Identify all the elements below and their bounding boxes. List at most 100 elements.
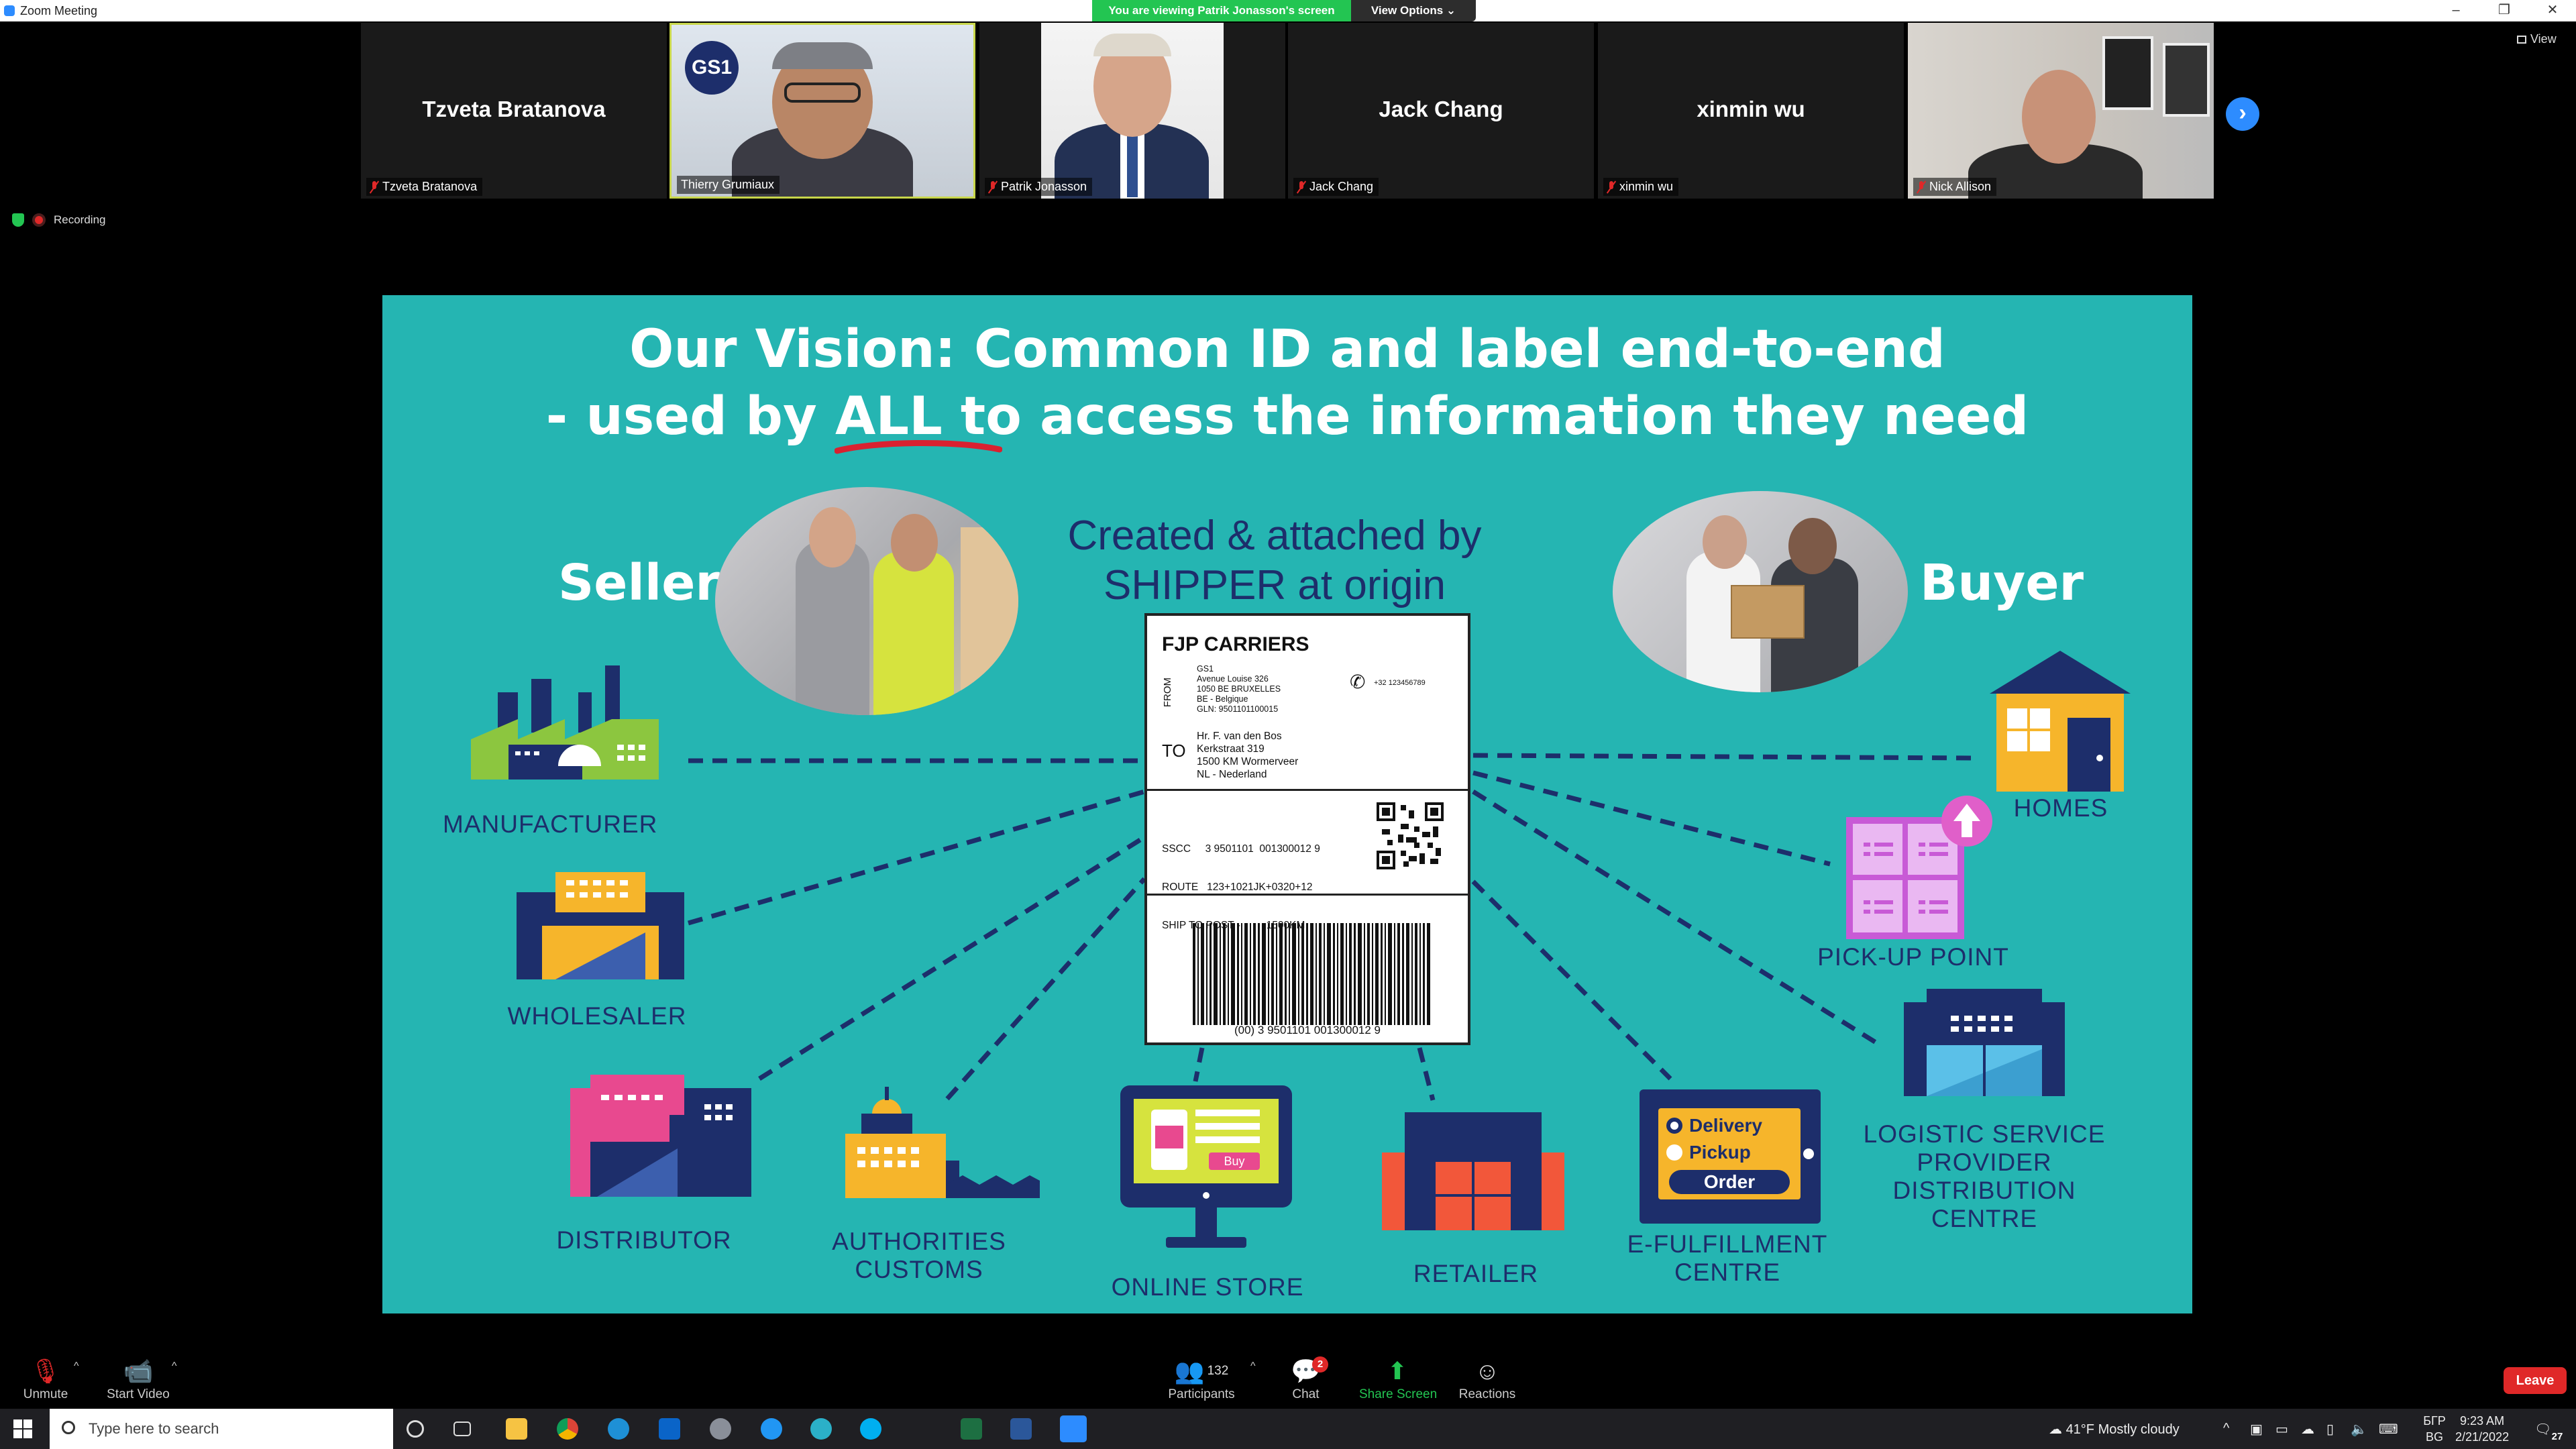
- mic-muted-icon: [1917, 180, 1925, 193]
- participant-name: Nick Allison: [1929, 180, 1992, 193]
- distributor-building-icon: [570, 1075, 751, 1197]
- participants-icon: 👥 132: [1174, 1357, 1229, 1385]
- start-video-label: Start Video: [107, 1387, 170, 1401]
- window-title: Zoom Meeting: [20, 4, 98, 17]
- recording-indicator[interactable]: Recording: [12, 213, 106, 227]
- outlook-icon[interactable]: [659, 1418, 680, 1440]
- chat-unread-badge: 2: [1312, 1356, 1328, 1373]
- recording-label: Recording: [54, 213, 106, 226]
- search-icon: [62, 1421, 75, 1434]
- share-screen-label: Share Screen: [1359, 1387, 1438, 1401]
- pickup-option-label: Pickup: [1689, 1142, 1751, 1163]
- keyboard-icon[interactable]: ⌨: [2379, 1421, 2398, 1438]
- view-options-button[interactable]: View Options ⌄: [1351, 0, 1476, 21]
- participant-tile[interactable]: Jack Chang Jack Chang: [1288, 23, 1594, 199]
- participant-name: Tzveta Bratanova: [382, 180, 478, 193]
- reactions-icon: ☺: [1474, 1357, 1500, 1385]
- windows-start-icon[interactable]: [13, 1419, 32, 1438]
- online-store-monitor-icon: [1120, 1085, 1292, 1248]
- participant-tile[interactable]: xinmin wu xinmin wu: [1598, 23, 1904, 199]
- weather-widget[interactable]: ☁ 41°F Mostly cloudy: [2049, 1421, 2180, 1438]
- sscc-line: SSCC 3 9501101 001300012 9: [1162, 843, 1320, 855]
- reactions-label: Reactions: [1458, 1387, 1516, 1401]
- restore-button[interactable]: ❐: [2481, 0, 2528, 21]
- tray-expand-icon[interactable]: ^: [2223, 1421, 2229, 1436]
- display-icon[interactable]: ▭: [2275, 1421, 2288, 1438]
- participants-label: Participants: [1168, 1387, 1235, 1401]
- from-line: Avenue Louise 326: [1197, 674, 1269, 684]
- chevron-right-icon[interactable]: ›: [2226, 97, 2259, 131]
- close-button[interactable]: ✕: [2529, 0, 2576, 21]
- meeting-controls-bar: 🎙 Unmute ^ 📹 Start Video ^ 👥 132 Particip…: [0, 1342, 2576, 1409]
- label-to-address: Hr. F. van den Bos Kerkstraat 319 1500 K…: [1197, 730, 1298, 781]
- skype-icon[interactable]: [860, 1418, 881, 1440]
- participant-nametag: Patrik Jonasson: [985, 178, 1093, 196]
- to-line: NL - Nederland: [1197, 769, 1267, 780]
- task-view-icon[interactable]: [453, 1421, 471, 1436]
- authorities-label-line2: CUSTOMS: [855, 1256, 983, 1283]
- taskbar-search-box[interactable]: Type here to search: [50, 1409, 393, 1449]
- todo-icon[interactable]: [761, 1418, 782, 1440]
- chrome-icon[interactable]: [557, 1418, 578, 1440]
- clock-time: 9:23 AM: [2460, 1414, 2505, 1428]
- audio-options-caret-icon[interactable]: ^: [74, 1360, 79, 1373]
- label-phone: +32 123456789: [1374, 679, 1426, 687]
- mic-muted-icon: [1607, 180, 1615, 193]
- start-video-button[interactable]: 📹 Start Video: [105, 1358, 172, 1402]
- participant-tile[interactable]: GS1 Thierry Grumiaux: [669, 23, 975, 199]
- buy-button-graphic: Buy: [1224, 1155, 1245, 1168]
- logistic-label-line2: PROVIDER: [1917, 1148, 2052, 1176]
- wholesaler-label: WHOLESALER: [507, 1002, 687, 1030]
- app-icon[interactable]: [710, 1418, 731, 1440]
- minimize-button[interactable]: –: [2432, 0, 2479, 21]
- view-button[interactable]: View: [2517, 32, 2557, 46]
- delivery-option: Delivery: [1666, 1115, 1762, 1136]
- share-screen-button[interactable]: ⬆ Share Screen: [1359, 1358, 1438, 1402]
- pickup-option: Pickup: [1666, 1142, 1751, 1163]
- edge-icon[interactable]: [810, 1418, 832, 1440]
- battery-icon[interactable]: ▯: [2326, 1421, 2334, 1438]
- cortana-icon[interactable]: [407, 1420, 424, 1438]
- wholesaler-warehouse-icon: [517, 872, 684, 979]
- shared-screen-slide: Our Vision: Common ID and label end-to-e…: [382, 295, 2192, 1313]
- taskbar-clock[interactable]: 9:23 AM 2/21/2022: [2455, 1413, 2509, 1445]
- participant-nametag: Thierry Grumiaux: [677, 176, 780, 194]
- leave-button[interactable]: Leave: [2504, 1367, 2567, 1394]
- participant-tile[interactable]: Patrik Jonasson: [979, 23, 1285, 199]
- participants-button[interactable]: 👥 132 Participants: [1165, 1358, 1238, 1402]
- video-options-caret-icon[interactable]: ^: [172, 1360, 177, 1373]
- reactions-button[interactable]: ☺ Reactions: [1457, 1358, 1517, 1402]
- online-store-label: ONLINE STORE: [1111, 1273, 1304, 1301]
- qr-code: [1377, 802, 1444, 869]
- participants-caret-icon[interactable]: ^: [1250, 1360, 1256, 1373]
- word-icon[interactable]: [1010, 1418, 1032, 1440]
- onedrive-icon[interactable]: ☁: [2301, 1421, 2314, 1438]
- order-button-graphic: Order: [1669, 1170, 1790, 1194]
- input-language[interactable]: БГР BG: [2418, 1413, 2451, 1445]
- excel-icon[interactable]: [961, 1418, 982, 1440]
- authorities-customs-icon: [845, 1087, 1040, 1198]
- participant-tile[interactable]: Nick Allison: [1908, 23, 2214, 199]
- barcode-number: (00) 3 9501101 001300012 9: [1234, 1024, 1381, 1036]
- unmute-button[interactable]: 🎙 Unmute: [19, 1358, 72, 1402]
- participant-tile[interactable]: Tzveta Bratanova Tzveta Bratanova: [361, 23, 667, 199]
- file-explorer-icon[interactable]: [506, 1418, 527, 1440]
- edge-legacy-icon[interactable]: [608, 1418, 629, 1440]
- from-line: GS1: [1197, 664, 1214, 674]
- participant-name: Jack Chang: [1309, 180, 1374, 193]
- label-carrier: FJP CARRIERS: [1162, 633, 1309, 655]
- participants-count: 132: [1207, 1364, 1229, 1378]
- participant-video-strip: Tzveta Bratanova Tzveta Bratanova GS1 Th…: [361, 23, 2215, 199]
- mic-muted-icon: [1297, 180, 1305, 193]
- volume-icon[interactable]: 🔈: [2351, 1421, 2367, 1438]
- from-line: BE - Belgique: [1197, 694, 1248, 704]
- barcode: [1193, 923, 1430, 1025]
- notification-count: 27: [2551, 1431, 2563, 1442]
- participant-display-name: Jack Chang: [1379, 97, 1503, 121]
- tray-app-icon[interactable]: ▣: [2250, 1421, 2263, 1438]
- homes-label: HOMES: [2013, 794, 2108, 822]
- participant-name: Thierry Grumiaux: [681, 178, 775, 191]
- gs1-logo-icon: GS1: [685, 41, 739, 95]
- zoom-taskbar-icon[interactable]: [1060, 1415, 1087, 1442]
- label-from-address: GS1 Avenue Louise 326 1050 BE BRUXELLES …: [1197, 664, 1281, 714]
